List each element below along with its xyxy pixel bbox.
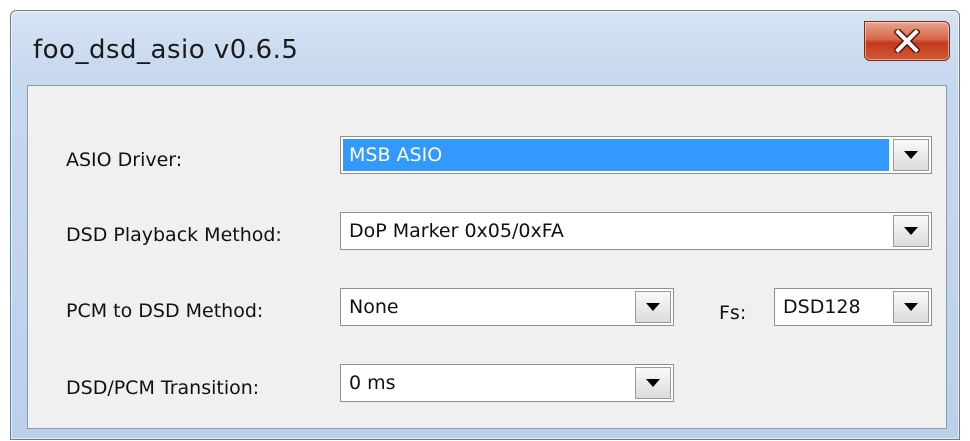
fs-select[interactable]: DSD128: [774, 288, 932, 326]
dialog-window: foo_dsd_asio v0.6.5 ASIO Driver: MSB ASI…: [10, 10, 960, 440]
chevron-down-icon: [646, 379, 660, 387]
fs-value: DSD128: [783, 296, 861, 318]
chevron-down-icon: [904, 151, 918, 159]
fs-label: Fs:: [719, 302, 747, 324]
asio-driver-selection-highlight: MSB ASIO: [343, 139, 889, 171]
fs-dropdown-button[interactable]: [893, 291, 929, 323]
asio-driver-dropdown-button[interactable]: [893, 139, 929, 171]
pcm-to-dsd-value: None: [349, 296, 399, 318]
playback-method-value: DoP Marker 0x05/0xFA: [349, 220, 564, 242]
asio-driver-label: ASIO Driver:: [66, 149, 183, 171]
transition-select[interactable]: 0 ms: [340, 364, 674, 402]
settings-panel: ASIO Driver: MSB ASIO DSD Playback Metho…: [27, 85, 947, 429]
playback-method-select[interactable]: DoP Marker 0x05/0xFA: [340, 212, 932, 250]
transition-label: DSD/PCM Transition:: [66, 377, 260, 399]
playback-method-dropdown-button[interactable]: [893, 215, 929, 247]
transition-value: 0 ms: [349, 372, 396, 394]
window-title: foo_dsd_asio v0.6.5: [33, 35, 299, 65]
asio-driver-value: MSB ASIO: [349, 144, 443, 166]
pcm-to-dsd-label: PCM to DSD Method:: [66, 300, 264, 322]
chevron-down-icon: [904, 303, 918, 311]
close-button[interactable]: [864, 21, 950, 61]
asio-driver-select[interactable]: MSB ASIO: [340, 136, 932, 174]
close-x-icon: [894, 29, 920, 53]
pcm-to-dsd-dropdown-button[interactable]: [635, 291, 671, 323]
transition-dropdown-button[interactable]: [635, 367, 671, 399]
playback-method-label: DSD Playback Method:: [66, 224, 282, 246]
pcm-to-dsd-select[interactable]: None: [340, 288, 674, 326]
chevron-down-icon: [904, 227, 918, 235]
chevron-down-icon: [646, 303, 660, 311]
